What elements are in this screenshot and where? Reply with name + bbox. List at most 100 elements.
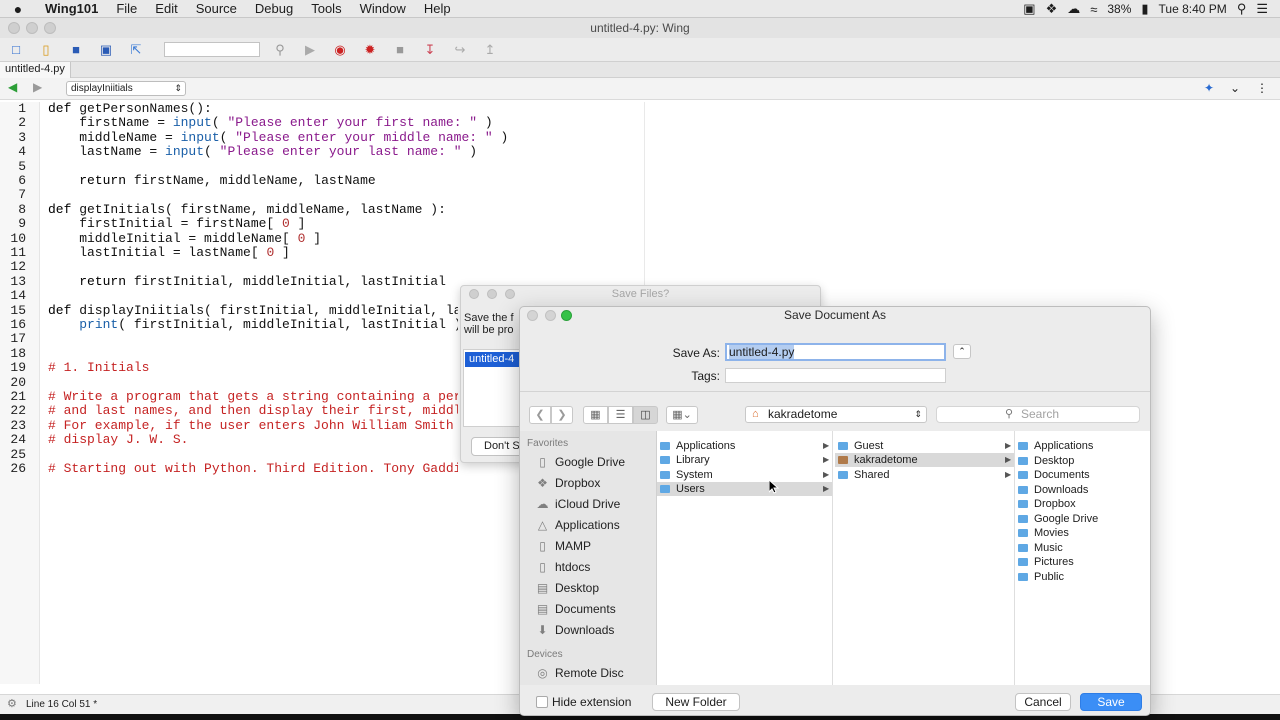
- sidebar-item-downloads[interactable]: ⬇ Downloads: [534, 623, 614, 637]
- step-over-icon[interactable]: ↪: [450, 41, 470, 59]
- tags-input[interactable]: [725, 368, 946, 383]
- column3-item[interactable]: Public: [1018, 570, 1150, 584]
- save-as-input[interactable]: untitled-4.py: [725, 343, 946, 361]
- window-zoom-button[interactable]: [44, 22, 56, 34]
- menu-debug[interactable]: Debug: [246, 0, 302, 18]
- unsaved-file-item[interactable]: untitled-4: [465, 352, 522, 367]
- window-close-button[interactable]: [8, 22, 20, 34]
- new-file-icon[interactable]: □: [6, 41, 26, 59]
- column2-item-shared[interactable]: Shared ▶: [835, 468, 1014, 482]
- chevron-down-icon[interactable]: ⌄: [1230, 81, 1240, 95]
- dialog-search-input[interactable]: ⚲ Search: [936, 406, 1140, 423]
- cloud-status-icon[interactable]: ☁: [1067, 1, 1080, 17]
- save-files-zoom-button[interactable]: [505, 289, 515, 299]
- code-line: def getPersonNames():: [48, 102, 212, 116]
- gear-icon[interactable]: ⚙: [7, 695, 17, 714]
- line-number: 7: [18, 187, 26, 203]
- location-select[interactable]: ⌂ kakradetome ⇕: [745, 406, 927, 423]
- dialog-close-button[interactable]: [527, 310, 538, 321]
- code-line: lastName = input( "Please enter your las…: [48, 145, 478, 160]
- sidebar-item-google-drive[interactable]: ▯ Google Drive: [534, 455, 625, 469]
- debug-bug-icon[interactable]: ✹: [360, 41, 380, 59]
- column1-item-applications[interactable]: Applications ▶: [657, 439, 832, 453]
- checkbox-box[interactable]: [536, 696, 548, 708]
- menu-edit[interactable]: Edit: [146, 0, 186, 18]
- sidebar-item-icloud-drive[interactable]: ☁ iCloud Drive: [534, 497, 621, 511]
- pin-icon[interactable]: ✦: [1204, 81, 1214, 95]
- column3-item[interactable]: Applications: [1018, 439, 1150, 453]
- menu-source[interactable]: Source: [187, 0, 246, 18]
- breakpoint-icon[interactable]: ◉: [330, 41, 350, 59]
- sidebar-item-documents[interactable]: ▤ Documents: [534, 602, 616, 616]
- column2-item-kakradetome[interactable]: kakradetome ▶: [835, 453, 1014, 467]
- column3-item[interactable]: Pictures: [1018, 555, 1150, 569]
- arrange-button[interactable]: ▦⌄: [666, 406, 698, 424]
- tab-untitled-4[interactable]: untitled-4.py: [0, 62, 71, 78]
- column1-item-users[interactable]: Users ▶: [657, 482, 832, 496]
- dialog-back-button[interactable]: ❮: [529, 406, 551, 424]
- menu-window[interactable]: Window: [351, 0, 415, 18]
- column-view-button[interactable]: ◫: [633, 406, 658, 424]
- column3-item[interactable]: Documents: [1018, 468, 1150, 482]
- dropbox-status-icon[interactable]: ❖: [1046, 1, 1058, 17]
- toolbar-search-input[interactable]: [164, 42, 260, 57]
- stop-icon[interactable]: ■: [390, 41, 410, 59]
- menu-app[interactable]: Wing101: [36, 0, 107, 18]
- menu-help[interactable]: Help: [415, 0, 460, 18]
- goto-definition-icon[interactable]: ⇱: [126, 41, 146, 59]
- column2-item-guest[interactable]: Guest ▶: [835, 439, 1014, 453]
- sidebar-item-mamp[interactable]: ▯ MAMP: [534, 539, 591, 553]
- save-icon[interactable]: ■: [66, 41, 86, 59]
- save-files-close-button[interactable]: [469, 289, 479, 299]
- list-view-button[interactable]: ☰: [608, 406, 633, 424]
- line-number: 23: [10, 417, 26, 433]
- save-all-icon[interactable]: ▣: [96, 41, 116, 59]
- step-out-icon[interactable]: ↥: [480, 41, 500, 59]
- dialog-minimize-button[interactable]: [545, 310, 556, 321]
- save-files-minimize-button[interactable]: [487, 289, 497, 299]
- spotlight-search-icon[interactable]: ⚲: [1237, 1, 1247, 17]
- sidebar-item-dropbox[interactable]: ❖ Dropbox: [534, 476, 600, 490]
- search-icon[interactable]: ⚲: [270, 41, 290, 59]
- column3-item[interactable]: Google Drive: [1018, 512, 1150, 526]
- column3-item[interactable]: Dropbox: [1018, 497, 1150, 511]
- battery-percent[interactable]: 38%: [1107, 2, 1131, 16]
- screen-record-icon[interactable]: ▣: [1023, 1, 1035, 17]
- battery-icon[interactable]: ▮: [1141, 1, 1148, 17]
- window-minimize-button[interactable]: [26, 22, 38, 34]
- chevron-right-icon: ▶: [823, 470, 830, 479]
- icon-view-button[interactable]: ▦: [583, 406, 608, 424]
- clock[interactable]: Tue 8:40 PM: [1159, 2, 1227, 16]
- dialog-zoom-button[interactable]: [561, 310, 572, 321]
- options-menu-icon[interactable]: ⋮: [1256, 81, 1268, 95]
- function-select[interactable]: displayIniitials ⇕: [66, 81, 186, 96]
- chevron-right-icon: ▶: [1005, 455, 1012, 464]
- column1-item-library[interactable]: Library ▶: [657, 453, 832, 467]
- run-icon[interactable]: ▶: [300, 41, 320, 59]
- new-folder-button[interactable]: New Folder: [652, 693, 740, 711]
- cancel-button[interactable]: Cancel: [1015, 693, 1071, 711]
- unsaved-files-list[interactable]: untitled-4: [463, 349, 523, 427]
- column1-item-system[interactable]: System ▶: [657, 468, 832, 482]
- back-arrow-icon[interactable]: ◀: [8, 80, 17, 94]
- forward-arrow-icon[interactable]: ▶: [33, 80, 42, 94]
- column3-item[interactable]: Desktop: [1018, 454, 1150, 468]
- wifi-icon[interactable]: ≈: [1090, 2, 1097, 17]
- sidebar-item-applications[interactable]: △ Applications: [534, 518, 620, 532]
- column3-item[interactable]: Music: [1018, 541, 1150, 555]
- expand-dialog-button[interactable]: ⌃: [953, 344, 971, 359]
- menu-tools[interactable]: Tools: [302, 0, 350, 18]
- save-button[interactable]: Save: [1080, 693, 1142, 711]
- dialog-forward-button[interactable]: ❯: [551, 406, 573, 424]
- column3-item[interactable]: Movies: [1018, 526, 1150, 540]
- menu-file[interactable]: File: [107, 0, 146, 18]
- sidebar-item-htdocs[interactable]: ▯ htdocs: [534, 560, 590, 574]
- column3-item[interactable]: Downloads: [1018, 483, 1150, 497]
- notification-center-icon[interactable]: ☰: [1256, 1, 1268, 17]
- hide-extension-checkbox[interactable]: Hide extension: [536, 695, 631, 709]
- step-into-icon[interactable]: ↧: [420, 41, 440, 59]
- sidebar-item-desktop[interactable]: ▤ Desktop: [534, 581, 599, 595]
- open-folder-icon[interactable]: ▯: [36, 41, 56, 59]
- apple-menu-icon[interactable]: ●: [0, 1, 36, 17]
- sidebar-item-remote-disc[interactable]: ◎ Remote Disc: [534, 666, 623, 680]
